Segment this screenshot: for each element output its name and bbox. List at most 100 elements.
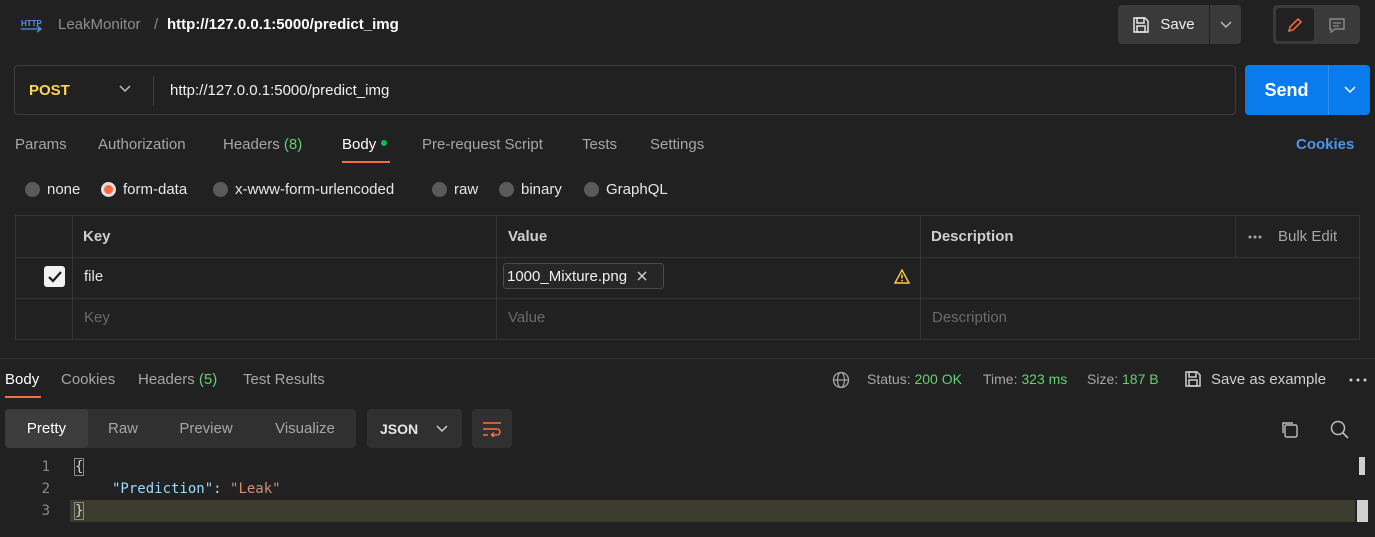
active-tab-underline: [5, 396, 41, 398]
file-name: 1000_Mixture.png: [507, 267, 628, 285]
form-data-table: Key Value Description Bulk Edit file 100…: [15, 215, 1360, 340]
chevron-down-icon: [1219, 20, 1232, 29]
tab-params[interactable]: Params: [15, 136, 67, 153]
save-options-button[interactable]: [1210, 5, 1241, 44]
tab-headers[interactable]: Headers (8): [223, 136, 302, 153]
save-button-group: Save: [1118, 5, 1241, 44]
view-visualize[interactable]: Visualize: [254, 409, 356, 448]
send-button[interactable]: Send: [1245, 65, 1329, 115]
code-line-3[interactable]: }: [73, 502, 85, 520]
radio-circle: [432, 182, 447, 197]
tab-tests[interactable]: Tests: [582, 136, 617, 153]
save-as-example-button[interactable]: Save as example: [1184, 370, 1326, 388]
view-preview[interactable]: Preview: [158, 409, 254, 448]
view-pretty[interactable]: Pretty: [5, 409, 88, 448]
warning-icon[interactable]: [894, 269, 910, 284]
response-tab-cookies[interactable]: Cookies: [61, 371, 115, 388]
column-divider: [72, 216, 73, 339]
tab-authorization[interactable]: Authorization: [98, 136, 186, 153]
line-number: 3: [41, 503, 50, 519]
edit-mode-button[interactable]: [1276, 8, 1314, 41]
new-key-input[interactable]: Key: [84, 309, 110, 326]
wrap-lines-icon: [482, 421, 502, 437]
view-raw[interactable]: Raw: [88, 409, 158, 448]
close-icon[interactable]: [637, 271, 647, 281]
comment-icon: [1328, 16, 1346, 34]
response-tab-test-results[interactable]: Test Results: [243, 371, 325, 388]
http-icon: HTTP: [20, 14, 42, 36]
param-key[interactable]: file: [84, 268, 103, 285]
chevron-down-icon: [1343, 86, 1356, 94]
radio-circle: [584, 182, 599, 197]
status-label: Status:: [867, 371, 911, 387]
more-options-icon[interactable]: [1248, 235, 1262, 239]
row-divider: [16, 257, 1359, 258]
globe-icon[interactable]: [832, 371, 850, 389]
radio-circle-checked: [101, 182, 116, 197]
active-tab-underline: [342, 161, 390, 163]
response-tab-headers-label: Headers: [138, 371, 195, 388]
radio-graphql-label: GraphQL: [606, 181, 668, 198]
method-select[interactable]: POST: [29, 82, 70, 99]
view-mode-selector: Pretty Raw Preview Visualize: [5, 409, 356, 448]
tab-settings[interactable]: Settings: [650, 136, 704, 153]
comments-button[interactable]: [1318, 8, 1356, 41]
column-divider: [496, 216, 497, 339]
new-value-input[interactable]: Value: [508, 309, 545, 326]
radio-binary[interactable]: binary: [499, 181, 562, 198]
save-icon: [1184, 370, 1202, 388]
radio-none-label: none: [47, 181, 81, 198]
radio-raw-label: raw: [454, 181, 479, 198]
tab-prerequest-script[interactable]: Pre-request Script: [422, 136, 543, 153]
radio-none[interactable]: none: [25, 181, 80, 198]
scrollbar-thumb[interactable]: [1359, 457, 1365, 475]
response-divider: [0, 358, 1375, 359]
breadcrumb-collection[interactable]: LeakMonitor: [58, 16, 141, 33]
response-tab-headers-count: (5): [198, 371, 218, 388]
cookies-link[interactable]: Cookies: [1296, 136, 1354, 153]
radio-circle: [499, 182, 514, 197]
response-tab-body[interactable]: Body: [5, 371, 39, 388]
chevron-down-icon[interactable]: [119, 85, 131, 93]
save-as-example-label: Save as example: [1211, 370, 1327, 388]
current-line-highlight: [70, 500, 1355, 522]
format-select[interactable]: JSON: [367, 409, 462, 448]
response-tab-headers[interactable]: Headers (5): [138, 371, 217, 388]
size-info[interactable]: Size: 187 B: [1087, 371, 1159, 387]
code-line-2[interactable]: "Prediction": "Leak": [112, 481, 281, 497]
row-enabled-checkbox[interactable]: [44, 266, 65, 287]
bulk-edit-button[interactable]: Bulk Edit: [1278, 228, 1337, 245]
search-icon[interactable]: [1330, 420, 1349, 439]
send-options-button[interactable]: [1329, 65, 1370, 115]
file-chip[interactable]: 1000_Mixture.png: [503, 263, 664, 289]
status-info[interactable]: Status: 200 OK: [867, 371, 962, 387]
breadcrumb-separator: /: [154, 16, 159, 33]
wrap-lines-button[interactable]: [472, 409, 512, 448]
time-info[interactable]: Time: 323 ms: [983, 371, 1067, 387]
radio-urlencoded[interactable]: x-www-form-urlencoded: [213, 181, 394, 198]
chevron-down-icon: [436, 424, 448, 433]
tab-body[interactable]: Body: [342, 136, 388, 153]
radio-graphql[interactable]: GraphQL: [584, 181, 668, 198]
line-number: 2: [41, 481, 50, 497]
more-options-icon[interactable]: [1349, 378, 1367, 382]
radio-form-data[interactable]: form-data: [101, 181, 187, 198]
radio-urlencoded-label: x-www-form-urlencoded: [235, 181, 395, 198]
json-key: "Prediction": [112, 481, 214, 497]
new-description-input[interactable]: Description: [932, 309, 1007, 326]
request-title[interactable]: http://127.0.0.1:5000/predict_img: [167, 16, 399, 33]
radio-raw[interactable]: raw: [432, 181, 478, 198]
url-input[interactable]: http://127.0.0.1:5000/predict_img: [170, 82, 389, 99]
body-indicator-dot: [381, 140, 388, 147]
copy-icon[interactable]: [1280, 420, 1299, 439]
column-header-description: Description: [931, 228, 1014, 245]
code-line-1[interactable]: {: [73, 458, 85, 476]
column-header-value: Value: [508, 228, 548, 245]
pencil-icon: [1286, 16, 1304, 34]
minimap-cursor: [1357, 500, 1368, 522]
radio-form-data-label: form-data: [123, 181, 188, 198]
size-label: Size:: [1087, 371, 1119, 387]
save-button[interactable]: Save: [1118, 5, 1210, 44]
save-label: Save: [1160, 16, 1195, 33]
open-brace: {: [73, 458, 85, 476]
